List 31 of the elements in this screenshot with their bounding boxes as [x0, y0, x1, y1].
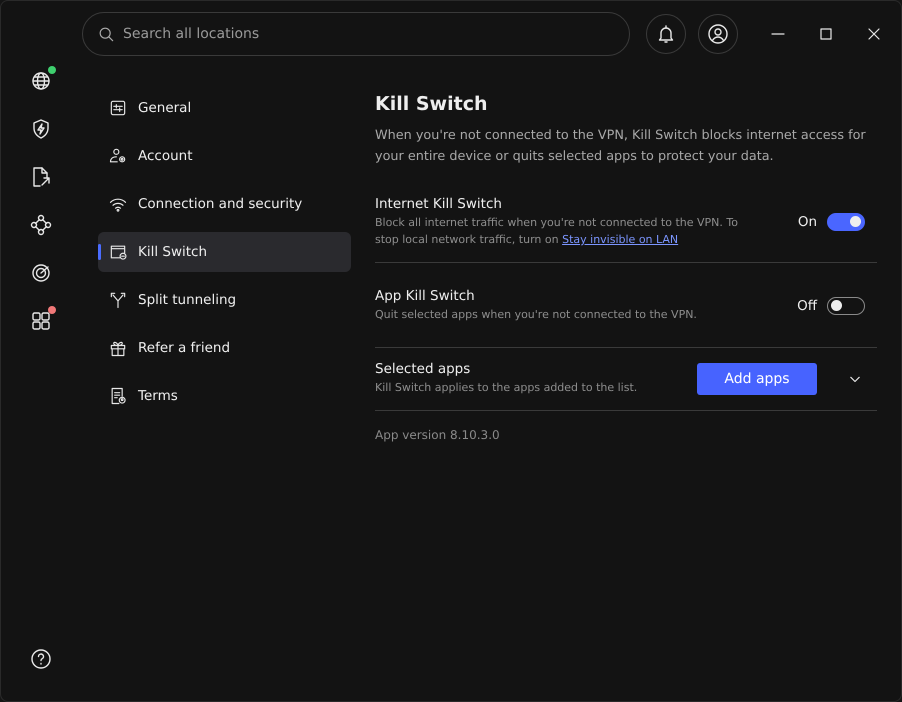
split-arrows-icon — [108, 290, 128, 310]
setting-title: Internet Kill Switch — [375, 196, 503, 212]
search-field[interactable]: Search all locations — [82, 12, 630, 56]
menu-item[interactable]: Kill Switch — [98, 232, 351, 272]
toggle-switch[interactable] — [827, 296, 865, 314]
app-version: App version 8.10.3.0 — [375, 428, 501, 442]
toggle-switch[interactable] — [827, 213, 865, 231]
notifications-button[interactable] — [646, 14, 686, 54]
nodes-icon[interactable] — [29, 213, 53, 237]
menu-item[interactable]: Terms — [98, 376, 351, 416]
menu-item[interactable]: General — [98, 88, 351, 128]
menu-item[interactable]: Account — [98, 136, 351, 176]
menu-item[interactable]: Split tunneling — [98, 280, 351, 320]
setting-description: Quit selected apps when you're not connected to the VPN. — [375, 307, 698, 323]
toggle-state-label: Off — [797, 298, 817, 314]
add-apps-button[interactable]: Add apps — [697, 362, 817, 394]
sliders-icon — [108, 98, 128, 118]
profile-button[interactable] — [698, 14, 738, 54]
menu-item[interactable]: Connection and security — [98, 184, 351, 224]
setting-description: Block all internet traffic when you're not connected to the VPN. To stop local network traffic, turn on Stay invisible on LAN — [375, 215, 739, 248]
setting-title: Selected apps — [375, 361, 472, 377]
page-title: Kill Switch — [375, 93, 488, 115]
setting-description: Kill Switch applies to the apps added to the list. — [375, 380, 638, 396]
menu-item[interactable]: Refer a friend — [98, 328, 351, 368]
page-description: When you're not connected to the VPN, Kill Switch blocks internet access for your entire device or quits selected apps to protect your data. — [375, 127, 867, 166]
setting-title: App Kill Switch — [375, 288, 476, 304]
help-icon[interactable] — [29, 647, 53, 671]
user-icon — [706, 22, 730, 46]
selection-indicator — [98, 244, 101, 260]
toggle-state-label: On — [798, 214, 817, 230]
lan-link[interactable]: Stay invisible on LAN — [562, 233, 678, 246]
